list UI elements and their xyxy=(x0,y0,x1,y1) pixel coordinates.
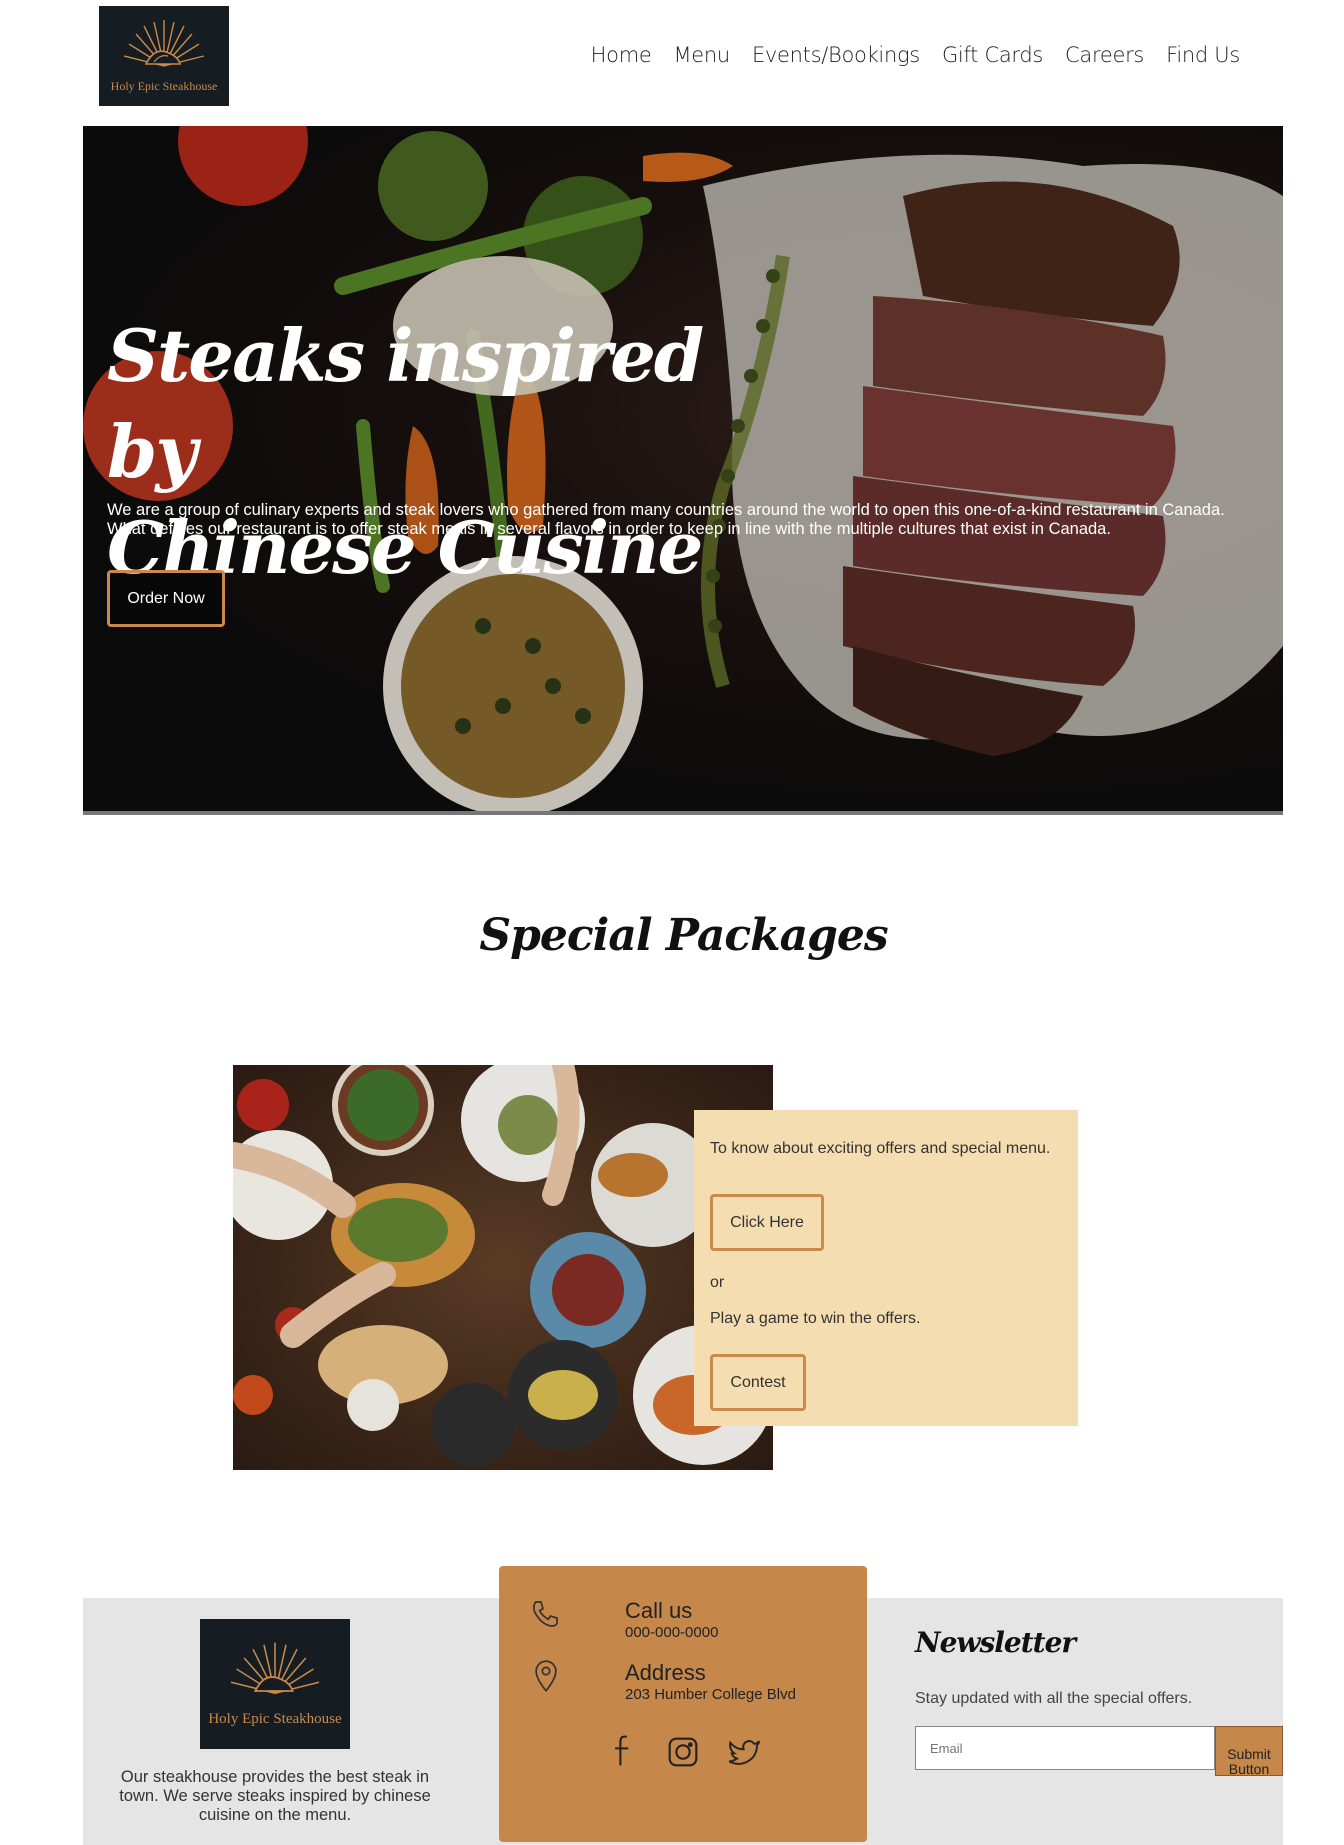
brand-logo-text: Holy Epic Steakhouse xyxy=(110,79,218,93)
packages-food-photo xyxy=(233,1065,773,1470)
click-here-button[interactable]: Click Here xyxy=(710,1194,824,1251)
nav-gift-cards[interactable]: Gift Cards xyxy=(942,43,1043,67)
nav-menu[interactable]: Menu xyxy=(673,43,730,67)
hero-title: Steaks inspired by Chinese Cusine xyxy=(107,308,807,596)
game-text: Play a game to win the offers. xyxy=(710,1310,921,1327)
nav-careers[interactable]: Careers xyxy=(1065,43,1144,67)
phone-number[interactable]: 000-000-0000 xyxy=(625,1624,718,1641)
nav-home[interactable]: Home xyxy=(591,43,652,67)
newsletter-text: Stay updated with all the special offers… xyxy=(915,1690,1193,1707)
nav-find-us[interactable]: Find Us xyxy=(1166,43,1240,67)
newsletter-email-input[interactable] xyxy=(915,1726,1215,1770)
offers-text: To know about exciting offers and specia… xyxy=(710,1140,1051,1157)
twitter-icon[interactable] xyxy=(728,1738,761,1771)
hero-banner: Steaks inspired by Chinese Cusine We are… xyxy=(83,126,1283,815)
newsletter-submit-button[interactable]: Submit Button xyxy=(1215,1726,1283,1777)
contest-button[interactable]: Contest xyxy=(710,1354,806,1411)
order-now-button[interactable]: Order Now xyxy=(107,570,225,627)
food-spread-image xyxy=(233,1065,773,1467)
sunburst-logo-icon xyxy=(123,20,205,67)
location-pin-icon xyxy=(533,1660,559,1697)
instagram-icon[interactable] xyxy=(667,1736,699,1773)
offers-card: To know about exciting offers and specia… xyxy=(694,1110,1078,1426)
main-nav: Home Menu Events/Bookings Gift Cards Car… xyxy=(591,43,1241,67)
or-text: or xyxy=(710,1274,725,1291)
special-packages-title: Special Packages xyxy=(479,910,888,961)
phone-icon xyxy=(529,1598,561,1635)
footer-sunburst-logo-icon xyxy=(230,1642,320,1694)
contact-card: Call us 000-000-0000 Address 203 Humber … xyxy=(499,1566,867,1842)
address-value: 203 Humber College Blvd xyxy=(625,1686,796,1703)
nav-events-bookings[interactable]: Events/Bookings xyxy=(752,43,920,67)
footer-logo: Holy Epic Steakhouse xyxy=(200,1619,350,1749)
facebook-icon[interactable] xyxy=(611,1734,635,1773)
brand-logo[interactable]: Holy Epic Steakhouse xyxy=(99,6,229,106)
footer-logo-text: Holy Epic Steakhouse xyxy=(208,1711,342,1727)
footer-about-text: Our steakhouse provides the best steak i… xyxy=(119,1768,431,1824)
address-label: Address xyxy=(625,1660,706,1685)
call-us-label: Call us xyxy=(625,1598,693,1623)
newsletter-title: Newsletter xyxy=(915,1626,1076,1659)
hero-title-line1: Steaks inspired by xyxy=(107,313,704,494)
hero-description: We are a group of culinary experts and s… xyxy=(107,501,1225,538)
